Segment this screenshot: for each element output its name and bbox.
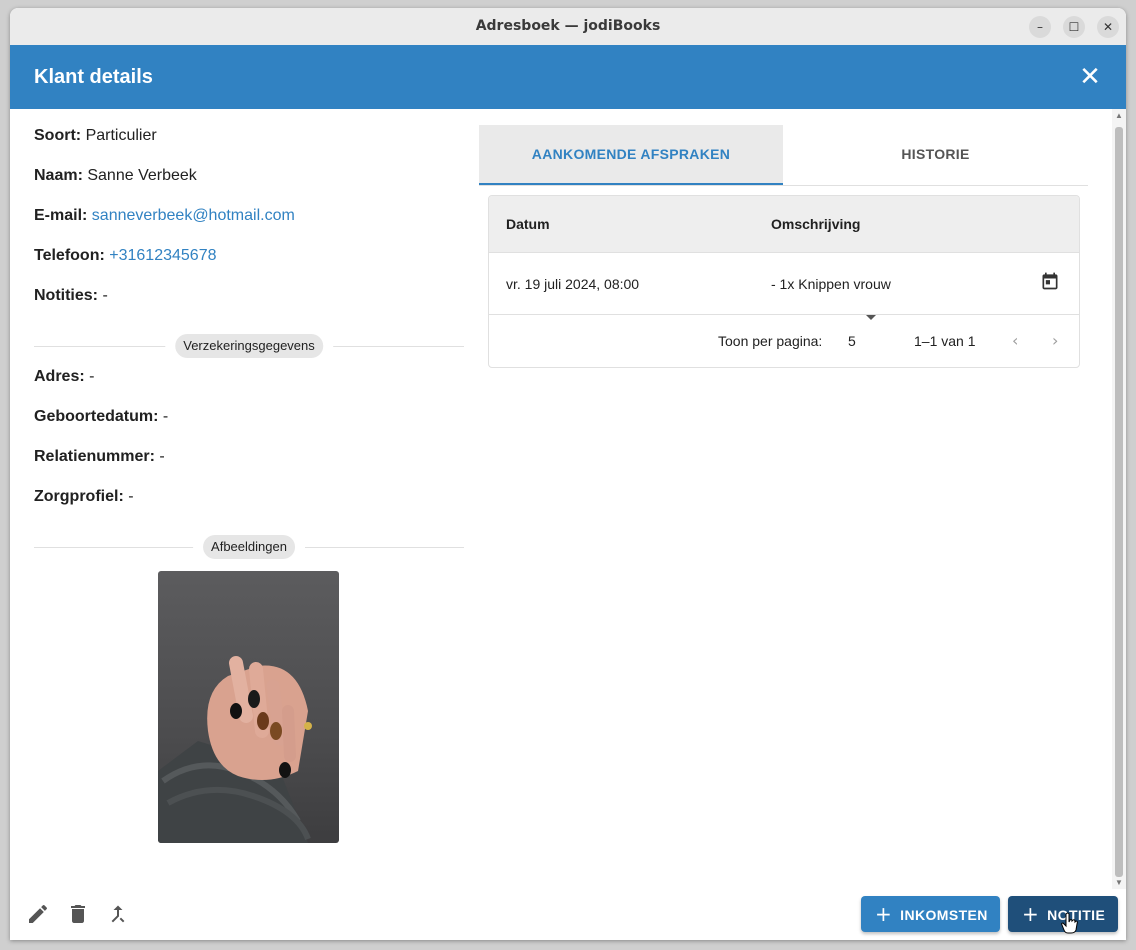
field-soort: Soort: Particulier [34, 127, 157, 145]
field-geboortedatum: Geboortedatum: - [34, 408, 168, 426]
row-datum: vr. 19 juli 2024, 08:00 [506, 276, 640, 292]
images-divider: Afbeeldingen [34, 535, 464, 559]
geboortedatum-label: Geboortedatum: [34, 408, 159, 425]
appointments-tabs: AANKOMENDE AFSPRAKEN HISTORIE [479, 125, 1088, 186]
field-relatienummer: Relatienummer: - [34, 448, 165, 466]
relatienummer-label: Relatienummer: [34, 448, 155, 465]
appointments-table: Datum Omschrijving vr. 19 juli 2024, 08:… [488, 195, 1080, 368]
chevron-left-icon[interactable]: ‹ [1012, 315, 1018, 367]
plus-icon: + [875, 902, 893, 926]
rows-per-page-select[interactable]: 5 [848, 315, 876, 367]
plus-icon: + [1022, 902, 1040, 926]
close-icon[interactable]: ✕ [1076, 63, 1104, 91]
geboortedatum-value: - [162, 408, 169, 425]
soort-value: Particulier [85, 127, 157, 144]
edit-icon[interactable] [26, 902, 50, 926]
email-label: E-mail: [34, 207, 88, 224]
app-window: Adresboek — jodiBooks – ☐ ✕ Klant detail… [10, 8, 1126, 940]
field-email: E-mail: sanneverbeek@hotmail.com [34, 207, 295, 225]
dialog-title: Klant details [34, 66, 153, 88]
column-header-omschrijving[interactable]: Omschrijving [771, 196, 860, 252]
nails-photo-illustration [158, 656, 312, 843]
chevron-down-icon [865, 315, 876, 320]
calendar-icon[interactable] [1040, 271, 1060, 291]
dialog-footer: + INKOMSTEN + NOTITIE [10, 889, 1126, 940]
soort-label: Soort: [34, 127, 82, 144]
notities-label: Notities: [34, 287, 98, 304]
field-adres: Adres: - [34, 368, 94, 386]
customer-photo[interactable] [158, 571, 339, 843]
range-label: 1–1 van 1 [914, 333, 976, 349]
relatienummer-value: - [159, 448, 165, 465]
chevron-right-icon[interactable]: › [1052, 315, 1058, 367]
rows-per-page-value: 5 [848, 333, 856, 349]
notities-value: - [102, 287, 108, 304]
telefoon-link[interactable]: +31612345678 [109, 247, 216, 264]
adres-label: Adres: [34, 368, 85, 385]
field-naam: Naam: Sanne Verbeek [34, 167, 197, 185]
merge-icon[interactable] [106, 902, 130, 926]
window-titlebar: Adresboek — jodiBooks – ☐ ✕ [10, 8, 1126, 46]
inkomsten-button[interactable]: + INKOMSTEN [861, 896, 1000, 932]
dialog-header: Klant details ✕ [10, 45, 1126, 109]
field-telefoon: Telefoon: +31612345678 [34, 247, 217, 265]
naam-label: Naam: [34, 167, 83, 184]
telefoon-label: Telefoon: [34, 247, 105, 264]
email-link[interactable]: sanneverbeek@hotmail.com [92, 207, 295, 224]
column-header-datum[interactable]: Datum [506, 196, 550, 252]
hand-cursor-icon [1061, 912, 1078, 934]
scrollbar[interactable]: ▲ ▼ [1112, 109, 1126, 889]
tab-historie[interactable]: HISTORIE [783, 125, 1088, 185]
table-row[interactable]: vr. 19 juli 2024, 08:00 - 1x Knippen vro… [489, 253, 1079, 315]
row-omschrijving: - 1x Knippen vrouw [771, 276, 891, 292]
adres-value: - [89, 368, 95, 385]
insurance-chip: Verzekeringsgegevens [175, 334, 323, 358]
tab-aankomende-afspraken[interactable]: AANKOMENDE AFSPRAKEN [479, 125, 783, 185]
scrollbar-thumb[interactable] [1115, 127, 1123, 877]
field-zorgprofiel: Zorgprofiel: - [34, 488, 134, 506]
insurance-divider: Verzekeringsgegevens [34, 334, 464, 358]
naam-value: Sanne Verbeek [87, 167, 197, 184]
close-window-icon[interactable]: ✕ [1097, 16, 1119, 38]
table-header: Datum Omschrijving [489, 196, 1079, 253]
maximize-icon[interactable]: ☐ [1063, 16, 1085, 38]
minimize-icon[interactable]: – [1029, 16, 1051, 38]
rows-per-page-label: Toon per pagina: [718, 333, 823, 349]
inkomsten-label: INKOMSTEN [900, 907, 988, 923]
images-chip: Afbeeldingen [203, 535, 295, 559]
window-title: Adresboek — jodiBooks [475, 18, 661, 34]
dialog-content: Soort: Particulier Naam: Sanne Verbeek E… [10, 109, 1112, 889]
zorgprofiel-value: - [128, 488, 134, 505]
delete-icon[interactable] [66, 902, 90, 926]
zorgprofiel-label: Zorgprofiel: [34, 488, 124, 505]
field-notities: Notities: - [34, 287, 108, 305]
table-pagination: Toon per pagina: 5 1–1 van 1 ‹ › [489, 315, 1079, 367]
